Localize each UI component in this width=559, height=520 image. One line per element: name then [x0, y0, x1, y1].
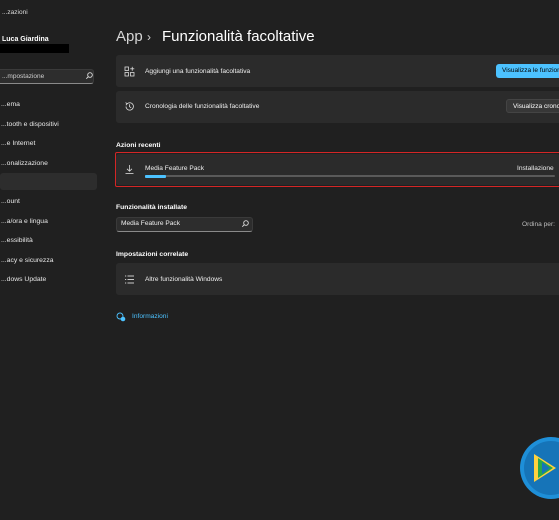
sidebar-item-accessibilita[interactable]: ...essibilità: [0, 232, 97, 249]
installed-search-value: Media Feature Pack: [121, 220, 181, 227]
sidebar-item-privacy[interactable]: ...acy e sicurezza: [0, 252, 97, 269]
add-feature-label: Aggiungi una funzionalità facoltativa: [145, 68, 251, 75]
search-icon[interactable]: [84, 71, 94, 81]
sidebar-item-sistema[interactable]: ...ema: [0, 96, 97, 113]
other-windows-features-link[interactable]: Altre funzionalità Windows: [145, 276, 222, 283]
list-icon: [125, 275, 134, 284]
page-title: Funzionalità facoltative: [162, 28, 315, 45]
sort-by-label[interactable]: Ordina per:: [522, 221, 555, 228]
add-grid-icon: [124, 66, 135, 77]
highlight-box: [115, 152, 559, 187]
settings-search-placeholder: ...mpostazione: [2, 73, 45, 80]
logo-badge-icon: [520, 437, 559, 499]
sidebar-item-personalizzazione[interactable]: ...onalizzazione: [0, 155, 97, 172]
view-features-button[interactable]: Visualizza le funzionalità: [496, 64, 559, 78]
user-name: Luca Giardina: [2, 36, 49, 43]
breadcrumb-app[interactable]: App: [116, 28, 143, 45]
view-history-button[interactable]: Visualizza cronologia: [506, 99, 559, 113]
info-link[interactable]: Informazioni: [132, 313, 168, 320]
sidebar-item-data-ora-lingua[interactable]: ...a/ora e lingua: [0, 213, 97, 230]
search-icon[interactable]: [240, 219, 250, 229]
sidebar-item-app-selected[interactable]: [0, 173, 97, 190]
history-icon: [125, 102, 134, 111]
window-title: ...zazioni: [2, 9, 28, 16]
sidebar-item-bluetooth[interactable]: ...tooth e dispositivi: [0, 116, 97, 133]
installed-features-title: Funzionalità installate: [116, 204, 187, 211]
related-settings-title: Impostazioni correlate: [116, 251, 189, 258]
history-label: Cronologia delle funzionalità facoltativ…: [145, 103, 260, 110]
breadcrumb-separator: ›: [147, 30, 151, 44]
sidebar-item-rete[interactable]: ...e Internet: [0, 135, 97, 152]
help-icon: [116, 312, 126, 322]
sidebar-item-account[interactable]: ...ount: [0, 193, 97, 210]
sidebar-item-windows-update[interactable]: ...dows Update: [0, 271, 97, 288]
recent-actions-title: Azioni recenti: [116, 142, 161, 149]
user-email-redacted: [0, 44, 69, 53]
